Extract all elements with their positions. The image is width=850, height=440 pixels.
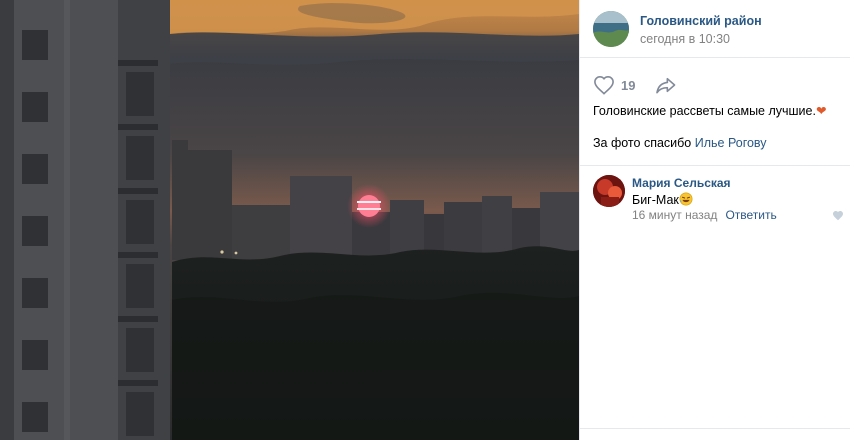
post-text-body: Головинские рассветы самые лучшие. xyxy=(593,104,816,118)
divider xyxy=(580,428,850,429)
reply-button[interactable]: Ответить xyxy=(725,208,776,222)
group-name-link[interactable]: Головинский район xyxy=(640,14,762,28)
post-header: Головинский район сегодня в 10:30 xyxy=(580,0,850,58)
group-logo-icon xyxy=(593,11,629,47)
like-button[interactable]: 19 xyxy=(593,75,635,95)
orange-heart-emoji: ❤ xyxy=(815,104,827,118)
comment-author-link[interactable]: Мария Сельская xyxy=(632,176,731,190)
post-thanks: За фото спасибо Илье Рогову xyxy=(593,136,843,150)
group-avatar[interactable] xyxy=(593,11,629,47)
comment-text-body: Биг-Мак xyxy=(632,193,679,207)
photographer-link[interactable]: Илье Рогову xyxy=(695,136,767,150)
post-side-panel: Головинский район сегодня в 10:30 19 Гол… xyxy=(579,0,850,440)
post-actions: 19 xyxy=(593,74,677,96)
commenter-photo-icon xyxy=(593,175,625,207)
post-text: Головинские рассветы самые лучшие.❤ xyxy=(593,104,843,119)
avatar[interactable] xyxy=(593,175,625,207)
comment-meta: 16 минут назад Ответить xyxy=(632,208,777,222)
comment-item: Мария Сельская Биг-Мак 16 минут назад Отв… xyxy=(580,166,850,228)
heart-outline-icon xyxy=(594,75,614,95)
post-time[interactable]: сегодня в 10:30 xyxy=(640,32,730,46)
share-arrow-icon[interactable] xyxy=(655,76,677,94)
post-photo[interactable] xyxy=(0,0,579,440)
comment-time[interactable]: 16 минут назад xyxy=(632,208,717,222)
heart-filled-icon[interactable] xyxy=(832,210,844,221)
thanks-prefix: За фото спасибо xyxy=(593,136,695,150)
sunset-photo-image xyxy=(0,0,579,440)
like-count: 19 xyxy=(621,77,636,93)
laughing-emoji-icon xyxy=(679,192,693,206)
comment-text: Биг-Мак xyxy=(632,192,693,207)
